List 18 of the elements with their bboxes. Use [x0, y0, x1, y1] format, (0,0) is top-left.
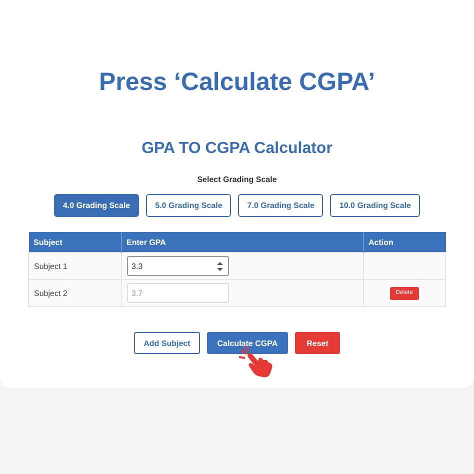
scale-label: Select Grading Scale: [197, 175, 277, 184]
reset-button[interactable]: Reset: [294, 332, 340, 354]
grading-scale-button[interactable]: 5.0 Grading Scale: [146, 194, 232, 217]
column-header: Enter GPA: [121, 232, 363, 252]
gpa-input-field[interactable]: 3.3: [126, 256, 228, 276]
grading-scale-button[interactable]: 7.0 Grading Scale: [238, 194, 324, 217]
grading-scale-button[interactable]: 10.0 Grading Scale: [330, 194, 420, 217]
subject-name: Subject 2: [34, 288, 68, 298]
headline: Press ‘Calculate CGPA’: [98, 68, 376, 97]
column-header: Subject: [28, 232, 121, 252]
add-subject-button[interactable]: Add Subject: [134, 332, 200, 354]
calculator-title: GPA TO CGPA Calculator: [142, 140, 332, 158]
spinner-icon[interactable]: [216, 262, 222, 271]
subject-name: Subject 1: [34, 262, 68, 270]
column-header: Action: [363, 232, 446, 252]
calculate-button[interactable]: Calculate CGPA: [207, 332, 288, 354]
grading-scale-button[interactable]: 4.0 Grading Scale: [54, 194, 140, 217]
gpa-input-field[interactable]: 3.7: [126, 283, 228, 303]
